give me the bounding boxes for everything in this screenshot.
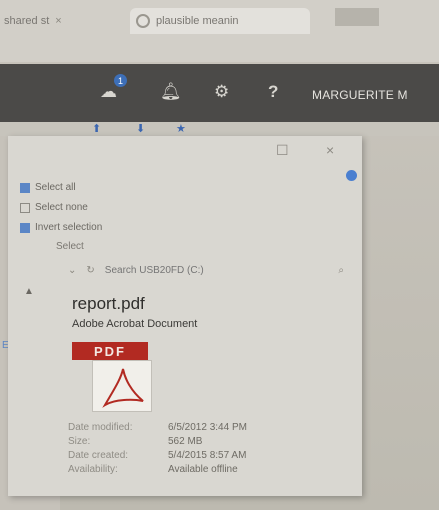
gear-icon[interactable]: ⚙: [214, 82, 229, 102]
window-control[interactable]: [335, 8, 379, 26]
status-dot: [346, 170, 357, 181]
file-type: Adobe Acrobat Document: [72, 318, 198, 330]
cloud-notify-icon[interactable]: ☁: [100, 82, 117, 102]
search-row: ⌄ ↻ ⌕: [68, 260, 344, 280]
refresh-icon[interactable]: ↻: [86, 265, 94, 276]
pdf-file-icon: PDF: [72, 342, 172, 414]
select-all-label: Select all: [35, 182, 76, 193]
app-header-bar: ☁ 1 🔔︎ ⚙ ? MARGUERITE M: [0, 64, 439, 122]
screen-photo: shared st × plausible meanin ☁ 1 🔔︎ ⚙ ? …: [0, 0, 439, 510]
invert-selection-icon: [20, 222, 30, 233]
tab-label: plausible meanin: [156, 15, 239, 27]
select-none-icon: [20, 202, 30, 213]
select-none-label: Select none: [35, 202, 88, 213]
pdf-icon-label: PDF: [72, 342, 148, 360]
search-icon[interactable]: ⌕: [338, 265, 344, 276]
meta-size: Size: 562 MB: [68, 436, 203, 447]
select-all-icon: [20, 182, 30, 193]
details-pane: report.pdf Adobe Acrobat Document PDF Da…: [60, 286, 350, 486]
bell-icon[interactable]: 🔔︎: [160, 82, 182, 102]
select-none-item[interactable]: Select none: [20, 202, 88, 213]
tab-label: shared st: [4, 15, 50, 27]
file-name: report.pdf: [72, 294, 145, 313]
browser-tab-2[interactable]: plausible meanin: [130, 8, 310, 34]
meta-date-modified: Date modified: 6/5/2012 3:44 PM: [68, 422, 247, 433]
upload-icon[interactable]: ⬆: [92, 122, 101, 135]
maximize-button[interactable]: ☐: [276, 142, 289, 159]
scroll-up-icon[interactable]: ▲: [24, 286, 34, 297]
chevron-down-icon[interactable]: ⌄: [68, 265, 76, 276]
invert-selection-item[interactable]: Invert selection: [20, 222, 102, 233]
meta-date-created: Date created: 5/4/2015 8:57 AM: [68, 450, 247, 461]
select-all-item[interactable]: Select all: [20, 182, 76, 193]
notification-badge: 1: [114, 74, 127, 87]
tab-close-icon[interactable]: ×: [55, 15, 61, 27]
explorer-dialog: ☐ × Select all Select none Invert select…: [8, 136, 362, 496]
browser-tab-strip: shared st × plausible meanin: [0, 0, 439, 62]
sub-toolbar: ⬆ ⬇ ★: [0, 122, 439, 136]
close-button[interactable]: ×: [326, 142, 334, 158]
help-icon[interactable]: ?: [268, 82, 278, 102]
browser-tab-1[interactable]: shared st ×: [4, 8, 124, 34]
user-name[interactable]: MARGUERITE M: [312, 88, 408, 102]
google-icon: [136, 14, 150, 28]
download-icon[interactable]: ⬇: [136, 122, 145, 135]
meta-availability: Availability: Available offline: [68, 464, 238, 475]
acrobat-logo-icon: [92, 360, 152, 412]
star-icon[interactable]: ★: [176, 122, 186, 135]
select-group-label: Select: [56, 241, 84, 252]
search-input[interactable]: [104, 264, 329, 276]
invert-selection-label: Invert selection: [35, 222, 103, 233]
